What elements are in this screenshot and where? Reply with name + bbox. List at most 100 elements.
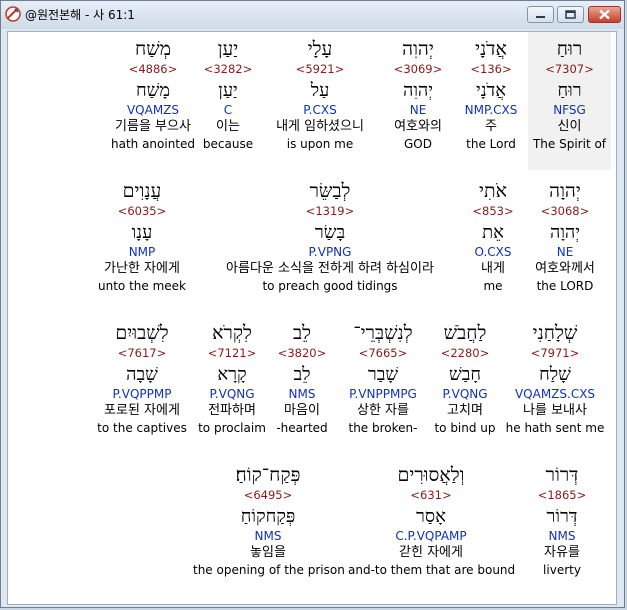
hebrew-word: לִקְרֹא: [212, 322, 252, 344]
word-cell[interactable]: אֹתִי <853> אֵת O.CXS 내게 me: [462, 179, 524, 294]
word-cell[interactable]: אֲדֹנָי <136> אֲדֹנָי NMP.CXS 주 the Lord: [458, 37, 524, 152]
strong-number[interactable]: <5921>: [258, 61, 382, 77]
parsing-code: NMS: [288, 387, 316, 401]
close-icon: [599, 9, 610, 20]
word-cell[interactable]: עָלָי <5921> עַל P.CXS 내게 임하셨으니 is upon …: [258, 37, 382, 152]
root-word: שָׁבָה: [126, 364, 158, 385]
strong-number[interactable]: <1319>: [200, 203, 460, 219]
root-word: לֵב: [293, 364, 311, 385]
english-gloss: because: [202, 137, 254, 151]
interlinear-panel[interactable]: מְשַׁח <4886> מָשַׁח VQAMZS 기름을 부으사 hath…: [7, 31, 617, 605]
english-gloss: and-to them that are bound: [348, 563, 516, 577]
parsing-code: NMS: [254, 529, 282, 543]
parsing-code: VQAMZS.CXS: [514, 387, 596, 401]
parsing-code: NE: [409, 103, 427, 117]
word-cell[interactable]: יְהוִה <3069> יְהוִה NE 여호와의 GOD: [380, 37, 456, 152]
strong-number[interactable]: <7121>: [196, 345, 268, 361]
korean-gloss: 내게 임하셨으니: [276, 119, 364, 134]
word-cell[interactable]: וְלַאֲסוּרִים <631> אָסַר C.P.VQPAMP 갇힌 …: [348, 463, 516, 578]
hebrew-word: לִשְׁבוּיִם: [115, 322, 169, 344]
app-logo-icon: [5, 6, 21, 22]
word-cell[interactable]: שְׁלָחַנִי <7971> שָׁלַח VQAMZS.CXS 나를 보…: [500, 321, 610, 436]
hebrew-word: יְהוִה: [402, 38, 434, 60]
korean-gloss: 놓임을: [250, 545, 286, 560]
parsing-code: NFSG: [553, 103, 586, 117]
word-cell[interactable]: יַעַן <3282> יַעַן C 이는 because: [195, 37, 261, 152]
korean-gloss: 내게: [481, 261, 505, 276]
hebrew-word: אֹתִי: [479, 180, 507, 202]
parsing-code: P.VNPPMPG: [349, 387, 417, 401]
root-word: אָסַר: [416, 506, 446, 527]
title-bar[interactable]: @원전본해 - 사 61:1: [1, 1, 624, 29]
english-gloss: -hearted: [276, 421, 328, 435]
app-window: @원전본해 - 사 61:1 מְשַׁח <4886> מָשַׁח VQAM…: [0, 0, 625, 608]
word-cell[interactable]: לְנִשְׁבְּרֵי־ <7665> שָׁבַר P.VNPPMPG 상…: [336, 321, 430, 436]
word-cell[interactable]: לְבַשֵּׂר <1319> בָּשַׂר P.VPNG 아름다운 소식을…: [200, 179, 460, 294]
word-cell-selected[interactable]: רוּחַ <7307> רוּחַ NFSG 신이 The Spirit of: [528, 32, 611, 170]
korean-gloss: 자유를: [544, 545, 580, 560]
word-cell[interactable]: עֲנָוִים <6035> עָנָו NMP 가난한 자에게 unto t…: [86, 179, 198, 294]
strong-number[interactable]: <631>: [348, 487, 514, 503]
english-gloss: me: [483, 279, 503, 293]
word-cell[interactable]: יְהוָה <3068> יְהוָה NE 여호와께서 the LORD: [524, 179, 606, 294]
window-title: @원전본해 - 사 61:1: [25, 8, 135, 22]
root-word: דְּרוֹר: [546, 506, 578, 527]
parsing-code: P.VQPPMP: [112, 387, 172, 401]
korean-gloss: 여호와께서: [535, 261, 595, 276]
hebrew-word: לְבַשֵּׂר: [309, 180, 351, 202]
maximize-button[interactable]: [557, 6, 584, 23]
root-word: יְהוָה: [549, 222, 581, 243]
english-gloss: to preach good tidings: [262, 279, 398, 293]
english-gloss: The Spirit of: [532, 137, 607, 151]
strong-number[interactable]: <6035>: [86, 203, 198, 219]
root-word: יְהוִה: [402, 80, 434, 101]
strong-number[interactable]: <3282>: [195, 61, 261, 77]
strong-number[interactable]: <136>: [458, 61, 524, 77]
hebrew-word: לַחֲבֹשׁ: [443, 322, 487, 344]
maximize-icon: [565, 10, 576, 19]
english-gloss: to the captives: [97, 421, 187, 435]
strong-number[interactable]: <853>: [462, 203, 524, 219]
english-gloss: he hath sent me: [505, 421, 605, 435]
korean-gloss: 고치며: [447, 403, 483, 418]
strong-number[interactable]: <2280>: [430, 345, 500, 361]
root-word: פְּקַחקוֹחַ: [240, 506, 296, 527]
root-word: יַעַן: [218, 80, 238, 101]
strong-number[interactable]: <7617>: [90, 345, 194, 361]
strong-number[interactable]: <3068>: [524, 203, 606, 219]
word-cell[interactable]: לַחֲבֹשׁ <2280> חָבַשׁ P.VQNG 고치며 to bin…: [430, 321, 500, 436]
strong-number[interactable]: <3069>: [380, 61, 456, 77]
root-word: עָנָו: [131, 222, 153, 243]
root-word: אֵת: [482, 222, 504, 243]
korean-gloss: 포로된 자에게: [104, 403, 180, 418]
english-gloss: the opening of the prison: [193, 563, 345, 577]
korean-gloss: 갇힌 자에게: [399, 545, 463, 560]
word-cell[interactable]: פְּקַח־קוֹחַ׃ <6495> פְּקַחקוֹחַ NMS 놓임을…: [193, 463, 345, 578]
root-word: שָׁבַר: [367, 364, 399, 385]
root-word: שָׁלַח: [539, 364, 571, 385]
close-button[interactable]: [588, 6, 621, 23]
parsing-code: P.VPNG: [308, 245, 352, 259]
root-word: רוּחַ: [557, 80, 582, 101]
parsing-code: NE: [556, 245, 574, 259]
word-cell[interactable]: לֵב <3820> לֵב NMS 마음이 -hearted: [270, 321, 334, 436]
strong-number[interactable]: <3820>: [270, 345, 334, 361]
parsing-code: C: [223, 103, 233, 117]
strong-number[interactable]: <6495>: [193, 487, 343, 503]
strong-number[interactable]: <7665>: [336, 345, 430, 361]
hebrew-word: עָלָי: [307, 38, 333, 60]
word-cell[interactable]: דְּרוֹר <1865> דְּרוֹר NMS 자유를 liverty: [526, 463, 598, 578]
english-gloss: to bind up: [434, 421, 496, 435]
minimize-button[interactable]: [527, 6, 554, 23]
korean-gloss: 이는: [216, 119, 240, 134]
strong-number[interactable]: <7971>: [500, 345, 610, 361]
strong-number[interactable]: <7307>: [528, 61, 611, 77]
hebrew-word: יְהוָה: [549, 180, 581, 202]
word-cell[interactable]: לִקְרֹא <7121> קָרָא P.VQNG 전파하며 to proc…: [196, 321, 268, 436]
strong-number[interactable]: <1865>: [526, 487, 598, 503]
parsing-code: O.CXS: [474, 245, 512, 259]
root-word: קָרָא: [217, 364, 247, 385]
hebrew-word: יַעַן: [217, 38, 239, 60]
word-cell[interactable]: לִשְׁבוּיִם <7617> שָׁבָה P.VQPPMP 포로된 자…: [90, 321, 194, 436]
parsing-code: NMP.CXS: [464, 103, 518, 117]
